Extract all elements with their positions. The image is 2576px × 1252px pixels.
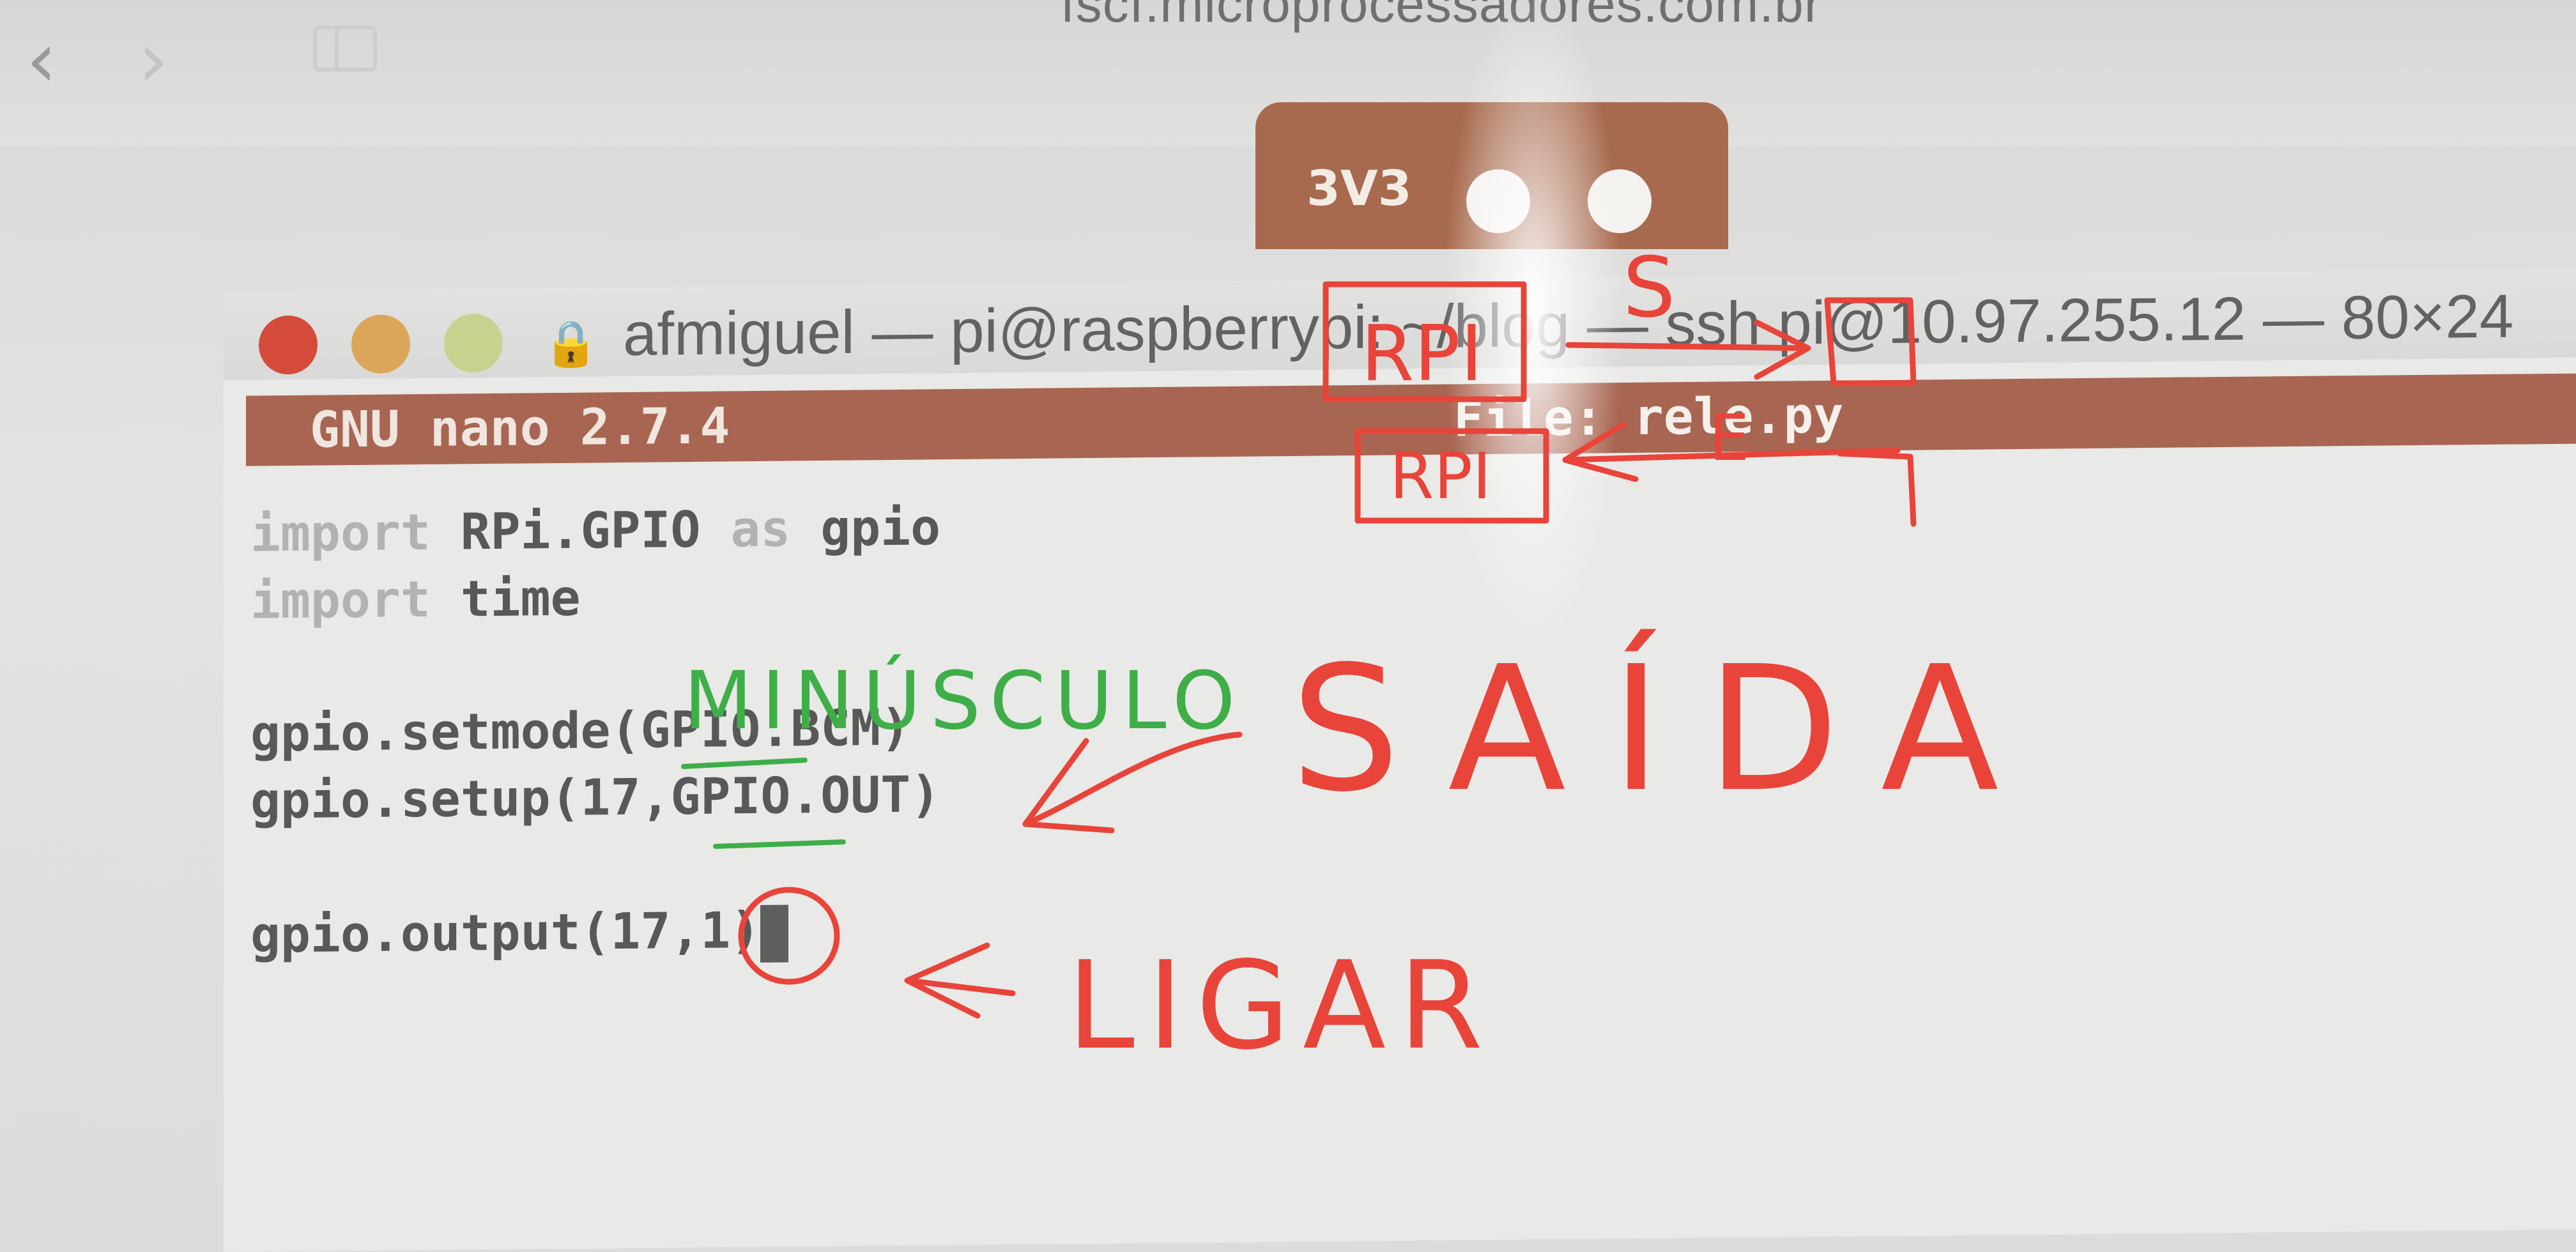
s-label: S	[1623, 239, 1676, 336]
rpi-top-label: RPI	[1361, 310, 1483, 399]
underline-gpio	[681, 758, 808, 769]
rpi-bottom-label: RPI	[1390, 439, 1491, 514]
arrowhead-left	[1562, 422, 1639, 482]
handwritten-annotations: RPI RPI S E MINÚSCULO SAÍDA LIGAR	[681, 239, 2044, 1076]
saida-label: SAÍDA	[1291, 627, 2044, 830]
ligar-label: LIGAR	[1067, 935, 1496, 1076]
box-right-top	[1824, 297, 1917, 386]
box-right-bottom	[1837, 450, 1917, 527]
e-label: E	[1709, 401, 1749, 475]
circled-value	[738, 887, 840, 985]
underline-gpio	[713, 839, 846, 849]
arrow-right	[1565, 342, 1805, 351]
arrow-ligar	[904, 942, 1016, 1019]
minusculo-label: MINÚSCULO	[684, 654, 1244, 747]
